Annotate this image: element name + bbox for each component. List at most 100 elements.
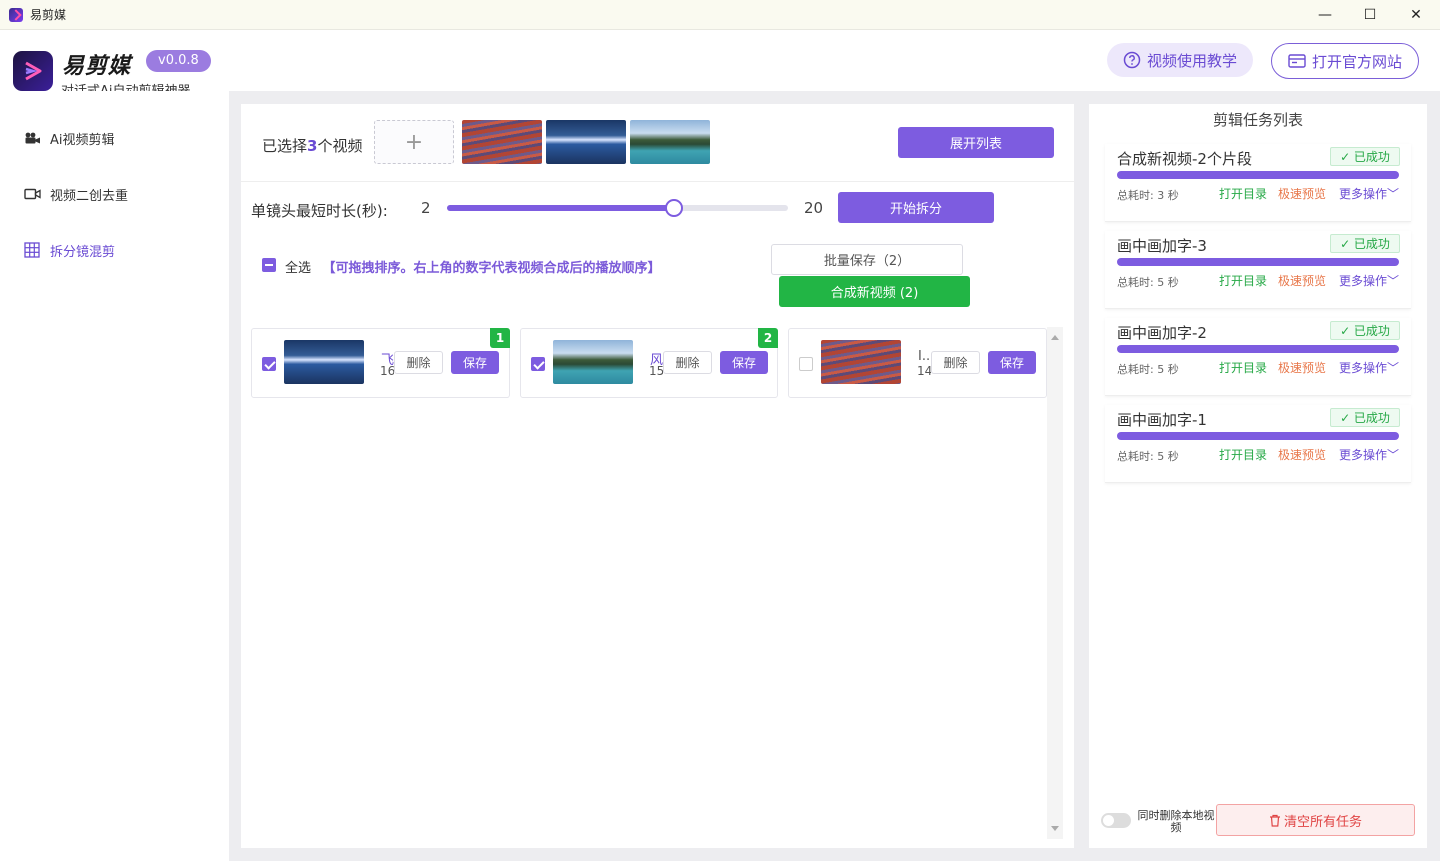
task-time: 总耗时: 5 秒	[1117, 363, 1179, 376]
clip-duration: 16	[380, 364, 394, 378]
task-progress-bar	[1117, 171, 1399, 179]
expand-list-button[interactable]: 展开列表	[898, 127, 1054, 158]
clip-save-button[interactable]: 保存	[988, 351, 1036, 374]
scroll-up-icon[interactable]	[1051, 335, 1059, 340]
sidebar-item-split-mix[interactable]: 拆分镜混剪	[24, 239, 115, 261]
task-item: 画中画加字-1 ✓ 已成功 总耗时: 5 秒 打开目录 极速预览 更多操作﹀	[1105, 405, 1411, 483]
task-progress-bar	[1117, 258, 1399, 266]
minimize-button[interactable]: —	[1302, 0, 1348, 30]
clip-thumbnail	[553, 340, 633, 384]
duration-slider[interactable]	[447, 199, 788, 217]
clip-duration: 14	[917, 364, 931, 378]
clear-all-label: 清空所有任务	[1283, 814, 1362, 830]
more-actions-link[interactable]: 更多操作﹀	[1339, 272, 1399, 289]
app-logo	[13, 51, 53, 91]
sidebar: Ai视频剪辑 视频二创去重 拆分镜混剪	[0, 91, 229, 861]
window-title: 易剪媒	[30, 8, 67, 22]
website-button[interactable]: 打开官方网站	[1271, 43, 1419, 79]
scroll-down-icon[interactable]	[1051, 826, 1059, 831]
clip-delete-button[interactable]: 删除	[931, 351, 980, 374]
select-all-checkbox[interactable]	[262, 258, 276, 272]
clip-thumbnail	[821, 340, 901, 384]
help-circle-icon	[1123, 51, 1141, 69]
delete-local-toggle[interactable]	[1101, 813, 1131, 828]
tutorial-button[interactable]: 视频使用教学	[1107, 43, 1253, 77]
sidebar-label: 视频二创去重	[50, 188, 129, 204]
clip-card[interactable]: I.. 14 删除 保存	[788, 328, 1047, 398]
task-item: 画中画加字-3 ✓ 已成功 总耗时: 5 秒 打开目录 极速预览 更多操作﹀	[1105, 231, 1411, 309]
task-name: 画中画加字-2	[1117, 324, 1207, 342]
open-folder-link[interactable]: 打开目录	[1219, 446, 1267, 463]
browser-icon	[1288, 53, 1306, 69]
window-titlebar: 易剪媒 — ☐ ✕	[0, 0, 1440, 30]
task-item: 合成新视频-2个片段 ✓ 已成功 总耗时: 3 秒 打开目录 极速预览 更多操作…	[1105, 144, 1411, 222]
clip-delete-button[interactable]: 删除	[394, 351, 443, 374]
app-icon	[9, 7, 23, 22]
slider-handle[interactable]	[665, 199, 684, 217]
selected-video-thumbnail[interactable]	[462, 120, 542, 164]
sidebar-item-dedup[interactable]: 视频二创去重	[24, 183, 128, 205]
clip-save-button[interactable]: 保存	[451, 351, 499, 374]
selected-video-thumbnail[interactable]	[546, 120, 626, 164]
clip-order-badge: 1	[490, 328, 510, 348]
tutorial-label: 视频使用教学	[1146, 51, 1237, 70]
more-actions-link[interactable]: 更多操作﹀	[1339, 446, 1399, 463]
status-badge: ✓ 已成功	[1330, 321, 1400, 340]
status-badge: ✓ 已成功	[1330, 234, 1400, 253]
divider	[241, 181, 1074, 182]
slider-fill	[447, 205, 675, 211]
selected-videos-label: 已选择3个视频	[262, 137, 363, 155]
clear-all-tasks-button[interactable]: 清空所有任务	[1216, 804, 1415, 836]
website-label: 打开官方网站	[1311, 52, 1402, 71]
maximize-button[interactable]: ☐	[1347, 0, 1393, 30]
clip-checkbox[interactable]	[799, 357, 813, 371]
min-duration-label: 单镜头最短时长(秒):	[251, 202, 388, 220]
selected-video-thumbnail[interactable]	[630, 120, 710, 164]
quick-preview-link[interactable]: 极速预览	[1278, 359, 1326, 376]
open-folder-link[interactable]: 打开目录	[1219, 185, 1267, 202]
task-name: 画中画加字-1	[1117, 411, 1207, 429]
clip-delete-button[interactable]: 删除	[663, 351, 712, 374]
task-list-panel: 剪辑任务列表 合成新视频-2个片段 ✓ 已成功 总耗时: 3 秒 打开目录 极速…	[1089, 104, 1427, 848]
close-button[interactable]: ✕	[1393, 0, 1439, 30]
clip-list-scrollbar[interactable]	[1047, 327, 1063, 839]
quick-preview-link[interactable]: 极速预览	[1278, 446, 1326, 463]
open-folder-link[interactable]: 打开目录	[1219, 272, 1267, 289]
app-header: 易剪媒 v0.0.8 对话式Ai自动剪辑神器 视频使用教学 打开官方网站	[0, 31, 1440, 99]
selected-count: 3	[307, 137, 318, 155]
task-list-title: 剪辑任务列表	[1212, 111, 1303, 129]
sidebar-label: 拆分镜混剪	[50, 244, 116, 260]
clip-checkbox[interactable]	[262, 357, 276, 371]
grid-icon	[24, 242, 42, 258]
status-badge: ✓ 已成功	[1330, 147, 1400, 166]
more-actions-link[interactable]: 更多操作﹀	[1339, 359, 1399, 376]
task-time: 总耗时: 5 秒	[1117, 276, 1179, 289]
quick-preview-link[interactable]: 极速预览	[1278, 272, 1326, 289]
video-camera-icon	[24, 131, 42, 145]
status-badge: ✓ 已成功	[1330, 408, 1400, 427]
clip-name: I..	[918, 349, 931, 364]
task-name: 合成新视频-2个片段	[1117, 150, 1252, 168]
task-time: 总耗时: 5 秒	[1117, 450, 1179, 463]
video-icon	[24, 187, 42, 201]
duration-min-value: 2	[421, 199, 431, 217]
select-all-label[interactable]: 全选	[285, 257, 311, 276]
drag-sort-hint: 【可拖拽排序。右上角的数字代表视频合成后的播放顺序】	[322, 261, 661, 276]
logo-icon	[25, 61, 42, 81]
add-video-button[interactable]: +	[374, 120, 454, 164]
delete-local-label: 同时删除本地视频	[1137, 809, 1215, 834]
clip-card[interactable]: 飞 16 删除 保存 1	[251, 328, 510, 398]
clip-checkbox[interactable]	[531, 357, 545, 371]
open-folder-link[interactable]: 打开目录	[1219, 359, 1267, 376]
batch-save-button[interactable]: 批量保存（2）	[771, 244, 963, 275]
quick-preview-link[interactable]: 极速预览	[1278, 185, 1326, 202]
start-split-button[interactable]: 开始拆分	[838, 192, 994, 223]
compose-video-button[interactable]: 合成新视频 (2)	[779, 276, 970, 307]
clip-save-button[interactable]: 保存	[720, 351, 768, 374]
clip-card[interactable]: 风 15 删除 保存 2	[520, 328, 778, 398]
brand-name: 易剪媒	[62, 54, 132, 79]
trash-icon	[1269, 814, 1281, 827]
task-time: 总耗时: 3 秒	[1117, 189, 1179, 202]
sidebar-item-ai-edit[interactable]: Ai视频剪辑	[24, 127, 115, 149]
more-actions-link[interactable]: 更多操作﹀	[1339, 185, 1399, 202]
